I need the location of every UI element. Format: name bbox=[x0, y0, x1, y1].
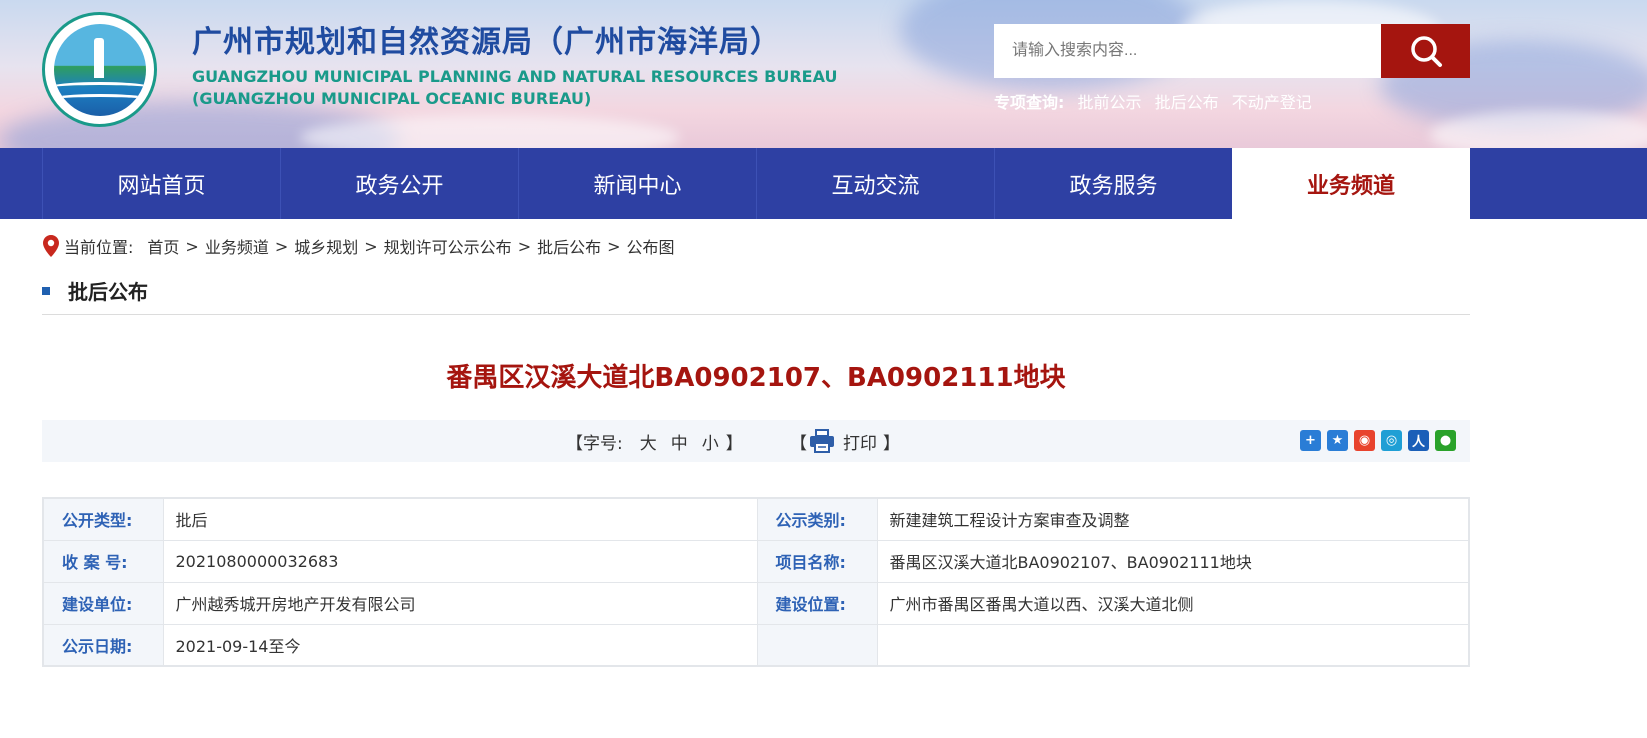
main-nav: 网站首页 政务公开 新闻中心 互动交流 政务服务 业务频道 bbox=[0, 148, 1647, 219]
breadcrumb-separator: > bbox=[364, 236, 378, 256]
article-toolbar: 【字号: 大 中 小 】 【 打印 】 + ★ ◉ ◎ 人 ● bbox=[42, 420, 1470, 462]
field-value: 番禺区汉溪大道北BA0902107、BA0902111地块 bbox=[876, 539, 1470, 583]
site-title-en: GUANGZHOU MUNICIPAL PLANNING AND NATURAL… bbox=[192, 66, 838, 110]
nav-business-channel[interactable]: 业务频道 bbox=[1232, 148, 1470, 219]
search-icon bbox=[1410, 36, 1442, 67]
field-value: 批后 bbox=[162, 497, 758, 541]
field-label bbox=[756, 623, 878, 667]
nav-government-affairs[interactable]: 政务公开 bbox=[280, 148, 518, 219]
special-query: 专项查询: 批前公示 批后公布 不动产登记 bbox=[994, 89, 1320, 113]
share-bar: + ★ ◉ ◎ 人 ● bbox=[1300, 430, 1456, 451]
breadcrumb-urban-planning[interactable]: 城乡规划 bbox=[294, 234, 358, 258]
special-link-post-publicity[interactable]: 批后公布 bbox=[1155, 93, 1219, 112]
field-value: 2021-09-14至今 bbox=[162, 623, 758, 667]
breadcrumb-separator: > bbox=[185, 236, 199, 256]
search-input[interactable] bbox=[994, 24, 1381, 78]
site-title: 广州市规划和自然资源局（广州市海洋局） bbox=[192, 25, 781, 60]
share-weibo-icon[interactable]: ◉ bbox=[1354, 430, 1375, 451]
table-row: 建设单位: 广州越秀城开房地产开发有限公司 建设位置: 广州市番禺区番禺大道以西… bbox=[42, 581, 1470, 625]
font-size-control: 【字号: 大 中 小 】 bbox=[566, 420, 743, 462]
search-button[interactable] bbox=[1381, 24, 1470, 78]
font-size-large[interactable]: 大 bbox=[640, 429, 657, 454]
field-value: 2021080000032683 bbox=[162, 539, 758, 583]
field-label: 建设位置: bbox=[756, 581, 878, 625]
field-label: 项目名称: bbox=[756, 539, 878, 583]
printer-icon bbox=[810, 429, 834, 453]
bureau-logo[interactable] bbox=[42, 12, 157, 127]
breadcrumb-announcement-map[interactable]: 公布图 bbox=[627, 234, 675, 258]
field-label: 建设单位: bbox=[42, 581, 164, 625]
nav-interaction[interactable]: 互动交流 bbox=[756, 148, 994, 219]
breadcrumb-business-channel[interactable]: 业务频道 bbox=[205, 234, 269, 258]
section-header: 批后公布 bbox=[42, 276, 148, 305]
print-open-bracket: 【 bbox=[790, 433, 807, 454]
special-link-real-estate[interactable]: 不动产登记 bbox=[1232, 93, 1312, 112]
table-row: 收 案 号: 2021080000032683 项目名称: 番禺区汉溪大道北BA… bbox=[42, 539, 1470, 583]
font-size-close: 】 bbox=[725, 433, 743, 454]
site-title-en-line-1: GUANGZHOU MUNICIPAL PLANNING AND NATURAL… bbox=[192, 67, 838, 86]
document-title: 番禺区汉溪大道北BA0902107、BA0902111地块 bbox=[446, 363, 1066, 393]
share-qzone-icon[interactable]: ★ bbox=[1327, 430, 1348, 451]
share-renren-icon[interactable]: 人 bbox=[1408, 430, 1429, 451]
table-row: 公示日期: 2021-09-14至今 bbox=[42, 623, 1470, 667]
breadcrumb-separator: > bbox=[274, 236, 289, 256]
nav-news[interactable]: 新闻中心 bbox=[518, 148, 756, 219]
share-more-icon[interactable]: + bbox=[1300, 430, 1321, 451]
share-tencent-icon[interactable]: ◎ bbox=[1381, 430, 1402, 451]
print-button[interactable]: 【 打印 】 bbox=[790, 420, 900, 462]
info-table: 公开类型: 批后 公示类别: 新建建筑工程设计方案审查及调整 收 案 号: 20… bbox=[42, 497, 1470, 667]
table-row: 公开类型: 批后 公示类别: 新建建筑工程设计方案审查及调整 bbox=[42, 497, 1470, 541]
section-marker bbox=[42, 286, 50, 295]
share-wechat-icon[interactable]: ● bbox=[1435, 430, 1456, 451]
breadcrumb: 当前位置: 首页 > 业务频道 > 城乡规划 > 规划许可公示公布 > 批后公布… bbox=[42, 234, 675, 258]
special-query-label: 专项查询: bbox=[994, 93, 1065, 112]
special-link-pre-publicity[interactable]: 批前公示 bbox=[1078, 93, 1142, 112]
section-divider bbox=[42, 314, 1470, 315]
nav-home[interactable]: 网站首页 bbox=[42, 148, 280, 219]
site-header: 广州市规划和自然资源局（广州市海洋局） GUANGZHOU MUNICIPAL … bbox=[0, 0, 1647, 148]
nav-services[interactable]: 政务服务 bbox=[994, 148, 1232, 219]
field-label: 公示类别: bbox=[756, 497, 878, 541]
field-value: 广州市番禺区番禺大道以西、汉溪大道北侧 bbox=[876, 581, 1470, 625]
field-value bbox=[876, 623, 1470, 667]
location-pin-icon bbox=[43, 235, 59, 257]
font-size-small[interactable]: 小 bbox=[702, 429, 719, 454]
breadcrumb-post-publicity[interactable]: 批后公布 bbox=[537, 234, 601, 258]
font-size-medium[interactable]: 中 bbox=[671, 429, 688, 454]
field-value: 新建建筑工程设计方案审查及调整 bbox=[876, 497, 1470, 541]
breadcrumb-label: 当前位置: bbox=[64, 238, 134, 257]
field-label: 收 案 号: bbox=[42, 539, 164, 583]
field-label: 公示日期: bbox=[42, 623, 164, 667]
field-label: 公开类型: bbox=[42, 497, 164, 541]
field-value: 广州越秀城开房地产开发有限公司 bbox=[162, 581, 758, 625]
font-size-label: 【字号: bbox=[566, 433, 623, 454]
breadcrumb-home[interactable]: 首页 bbox=[147, 234, 179, 258]
print-close-bracket: 】 bbox=[883, 433, 900, 454]
breadcrumb-separator: > bbox=[517, 236, 532, 256]
print-label: 打印 bbox=[843, 433, 877, 454]
breadcrumb-separator: > bbox=[607, 236, 621, 256]
site-title-en-line-2: (GUANGZHOU MUNICIPAL OCEANIC BUREAU) bbox=[192, 89, 592, 108]
breadcrumb-planning-permits[interactable]: 规划许可公示公布 bbox=[384, 234, 512, 258]
section-title: 批后公布 bbox=[68, 280, 148, 304]
